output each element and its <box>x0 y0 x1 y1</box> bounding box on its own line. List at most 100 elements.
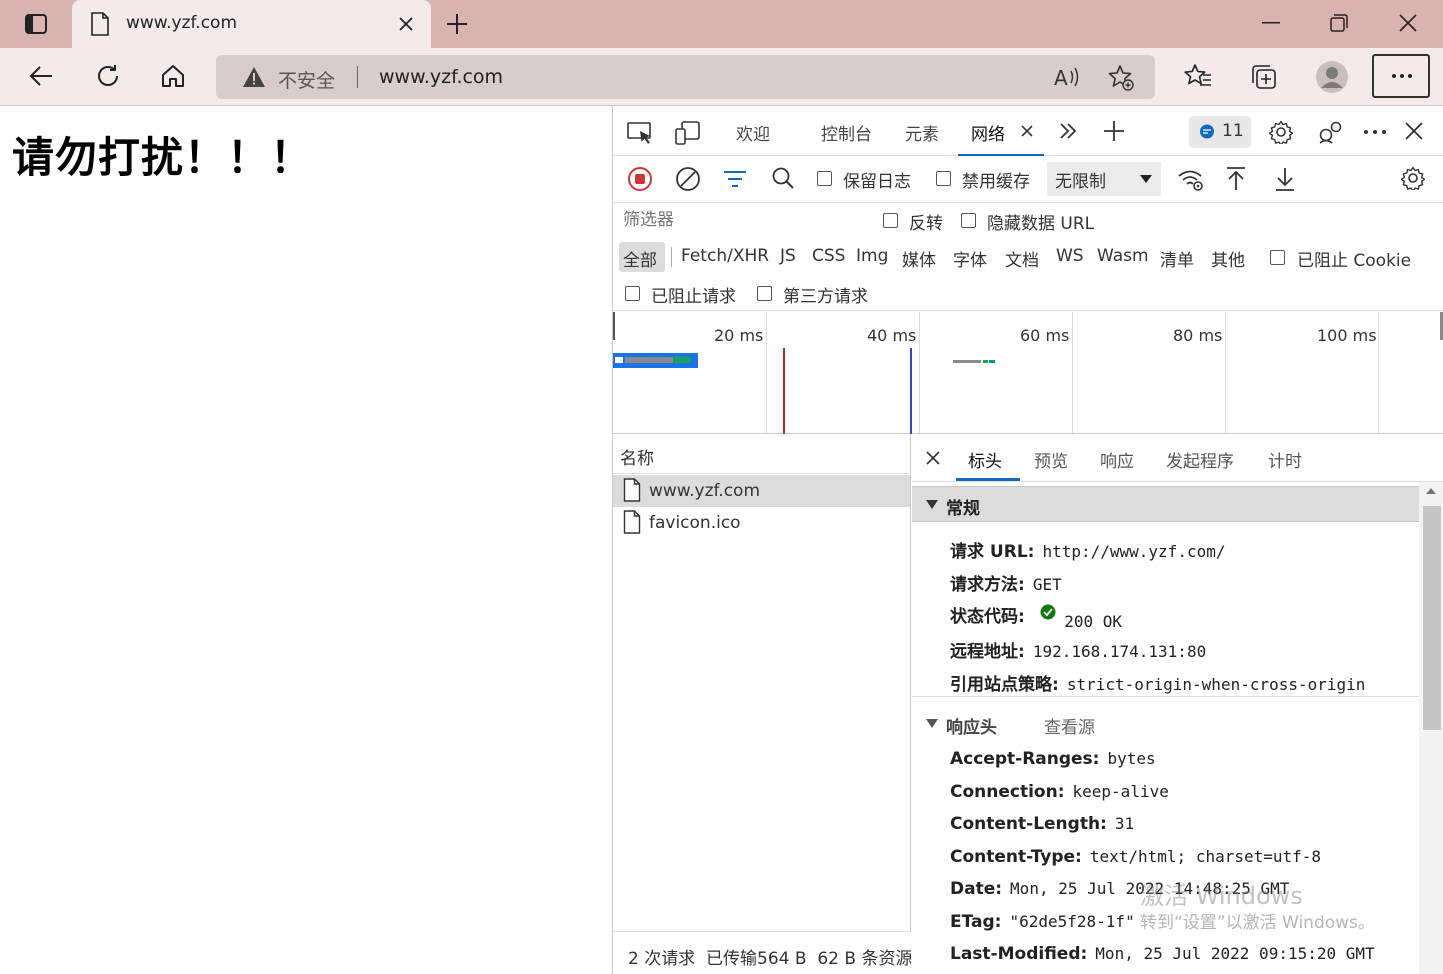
scroll-up-icon[interactable] <box>1426 488 1436 494</box>
browser-tab[interactable]: www.yzf.com <box>72 0 431 48</box>
invert-checkbox[interactable] <box>883 213 898 228</box>
header-value[interactable]: keep-alive <box>1073 782 1169 801</box>
response-header-row: Content-Length: 31 <box>950 814 1134 834</box>
view-source-link[interactable]: 查看源 <box>1044 713 1095 738</box>
add-favorite-icon[interactable] <box>1107 64 1135 92</box>
remote-address-row: 远程地址: 192.168.174.131:80 <box>950 637 1206 662</box>
hide-data-urls-checkbox[interactable] <box>961 213 976 228</box>
tab-welcome[interactable]: 欢迎 <box>736 120 770 145</box>
third-party-checkbox[interactable] <box>757 286 772 301</box>
filter-input[interactable] <box>617 206 863 234</box>
address-bar[interactable]: 不安全 www.yzf.com A <box>216 55 1155 99</box>
request-method-value[interactable]: GET <box>1033 575 1062 594</box>
home-icon[interactable] <box>160 63 186 89</box>
caret-down-icon[interactable] <box>926 719 938 729</box>
header-value[interactable]: "62de5f28-1f" <box>1009 912 1134 931</box>
type-filter-css[interactable]: CSS <box>812 246 845 266</box>
settings-and-more-button[interactable] <box>1372 54 1430 98</box>
type-filter-ws[interactable]: WS <box>1056 246 1084 266</box>
devtools-more-icon[interactable] <box>1363 129 1387 135</box>
type-filter-media[interactable]: 媒体 <box>902 246 936 271</box>
overview-left-handle[interactable] <box>613 312 615 340</box>
column-name-header[interactable]: 名称 <box>620 444 654 469</box>
close-devtools-icon[interactable] <box>1405 122 1423 140</box>
type-filter-doc[interactable]: 文档 <box>1005 246 1039 271</box>
throttling-select[interactable]: 无限制 <box>1047 162 1161 196</box>
device-emulation-icon[interactable] <box>675 121 701 145</box>
record-stop-icon[interactable] <box>627 166 653 192</box>
customize-icon[interactable] <box>1317 120 1343 144</box>
type-filter-js[interactable]: JS <box>780 246 796 266</box>
referrer-policy-value[interactable]: strict-origin-when-cross-origin <box>1067 675 1366 694</box>
clear-icon[interactable] <box>675 166 701 192</box>
type-filter-img[interactable]: Img <box>856 246 888 266</box>
header-value[interactable]: bytes <box>1107 749 1155 768</box>
add-tool-icon[interactable] <box>1103 120 1125 142</box>
refresh-icon[interactable] <box>95 63 121 89</box>
favorites-icon[interactable] <box>1184 63 1212 89</box>
response-headers-title[interactable]: 响应头 <box>946 713 997 738</box>
close-tab-icon[interactable] <box>398 16 414 32</box>
header-value[interactable]: 31 <box>1115 814 1134 833</box>
export-har-icon[interactable] <box>1274 166 1296 192</box>
blocked-requests-checkbox[interactable] <box>625 286 640 301</box>
close-network-tab-icon[interactable] <box>1021 125 1033 137</box>
type-filter-wasm[interactable]: Wasm <box>1097 246 1149 266</box>
request-list-header[interactable]: 名称 <box>613 434 911 474</box>
close-window-icon[interactable] <box>1399 14 1417 32</box>
type-filter-all[interactable]: 全部 <box>623 246 657 271</box>
close-detail-icon[interactable] <box>926 451 940 465</box>
type-filter-other[interactable]: 其他 <box>1211 246 1245 271</box>
search-icon[interactable] <box>771 166 795 190</box>
tab-elements[interactable]: 元素 <box>905 120 939 145</box>
preserve-log-checkbox[interactable] <box>817 171 832 186</box>
issues-button[interactable]: 11 <box>1189 116 1251 148</box>
request-row[interactable]: favicon.ico <box>613 507 910 539</box>
scrollbar-thumb[interactable] <box>1423 506 1441 730</box>
timeline-overview[interactable]: 20 ms 40 ms 60 ms 80 ms 100 ms <box>613 312 1443 434</box>
tab-console[interactable]: 控制台 <box>821 120 872 145</box>
profile-avatar-icon[interactable] <box>1315 60 1349 94</box>
status-code-value[interactable]: 200 OK <box>1064 612 1122 631</box>
security-label[interactable]: 不安全 <box>278 66 335 93</box>
tab-timing[interactable]: 计时 <box>1268 447 1302 472</box>
type-filter-fetch-xhr[interactable]: Fetch/XHR <box>681 246 769 266</box>
detail-tab-bar: 标头 预览 响应 发起程序 计时 <box>912 434 1443 482</box>
issues-count: 11 <box>1222 121 1244 141</box>
inspect-element-icon[interactable] <box>627 121 653 145</box>
more-tabs-icon[interactable] <box>1059 122 1077 140</box>
tab-actions-icon[interactable] <box>24 12 48 36</box>
restore-icon[interactable] <box>1330 14 1348 32</box>
tab-headers[interactable]: 标头 <box>968 447 1002 472</box>
activation-watermark-text: 转到“设置”以激活 Windows。 <box>1140 913 1375 933</box>
tab-preview[interactable]: 预览 <box>1034 447 1068 472</box>
general-section-header[interactable]: 常规 <box>912 486 1419 522</box>
network-conditions-icon[interactable] <box>1177 167 1205 193</box>
gridline <box>919 312 920 433</box>
devtools-settings-icon[interactable] <box>1269 120 1293 144</box>
new-tab-icon[interactable] <box>445 12 469 36</box>
header-value[interactable]: text/html; charset=utf-8 <box>1090 847 1321 866</box>
tab-response[interactable]: 响应 <box>1100 447 1134 472</box>
tab-initiator[interactable]: 发起程序 <box>1166 447 1234 472</box>
header-value[interactable]: Mon, 25 Jul 2022 09:15:20 GMT <box>1095 944 1374 963</box>
import-har-icon[interactable] <box>1225 166 1247 192</box>
url-text[interactable]: www.yzf.com <box>379 66 503 88</box>
back-icon[interactable] <box>28 64 54 88</box>
detail-scrollbar[interactable] <box>1419 482 1443 974</box>
collections-icon[interactable] <box>1250 63 1278 91</box>
read-aloud-icon[interactable]: A <box>1053 65 1081 89</box>
filter-icon[interactable] <box>723 168 747 190</box>
blocked-cookies-checkbox[interactable] <box>1270 250 1285 265</box>
remote-address-value[interactable]: 192.168.174.131:80 <box>1033 642 1206 661</box>
type-filter-font[interactable]: 字体 <box>953 246 987 271</box>
warning-icon[interactable] <box>242 66 266 88</box>
tab-network[interactable]: 网络 <box>971 120 1005 145</box>
request-bar-segment <box>983 360 988 363</box>
request-url-value[interactable]: http://www.yzf.com/ <box>1042 542 1225 561</box>
network-settings-icon[interactable] <box>1401 166 1425 190</box>
request-row[interactable]: www.yzf.com <box>613 475 910 507</box>
disable-cache-checkbox[interactable] <box>936 171 951 186</box>
type-filter-manifest[interactable]: 清单 <box>1160 246 1194 271</box>
minimize-icon[interactable] <box>1262 22 1280 26</box>
